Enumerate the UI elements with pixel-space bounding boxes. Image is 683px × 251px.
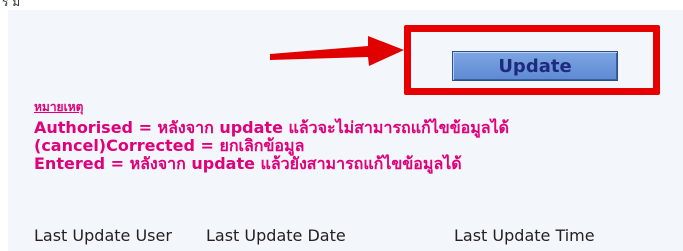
last-update-date-label: Last Update Date: [206, 226, 346, 245]
top-strip: ร ม: [0, 0, 683, 10]
red-arrow-annotation: [270, 36, 404, 66]
note-heading: หมายเหตุ: [34, 100, 84, 114]
update-button[interactable]: Update: [452, 51, 618, 81]
note-line-authorised: Authorised = หลังจาก update แล้วจะไม่สาม…: [34, 118, 510, 137]
note-line-entered: Entered = หลังจาก update แล้วยังสามารถแก…: [34, 154, 462, 173]
last-update-time-label: Last Update Time: [454, 226, 595, 245]
note-section: หมายเหตุ Authorised = หลังจาก update แล้…: [34, 98, 674, 173]
note-line-corrected: (cancel)Corrected = ยกเลิกข้อมูล: [34, 136, 305, 155]
last-update-user-label: Last Update User: [34, 226, 172, 245]
